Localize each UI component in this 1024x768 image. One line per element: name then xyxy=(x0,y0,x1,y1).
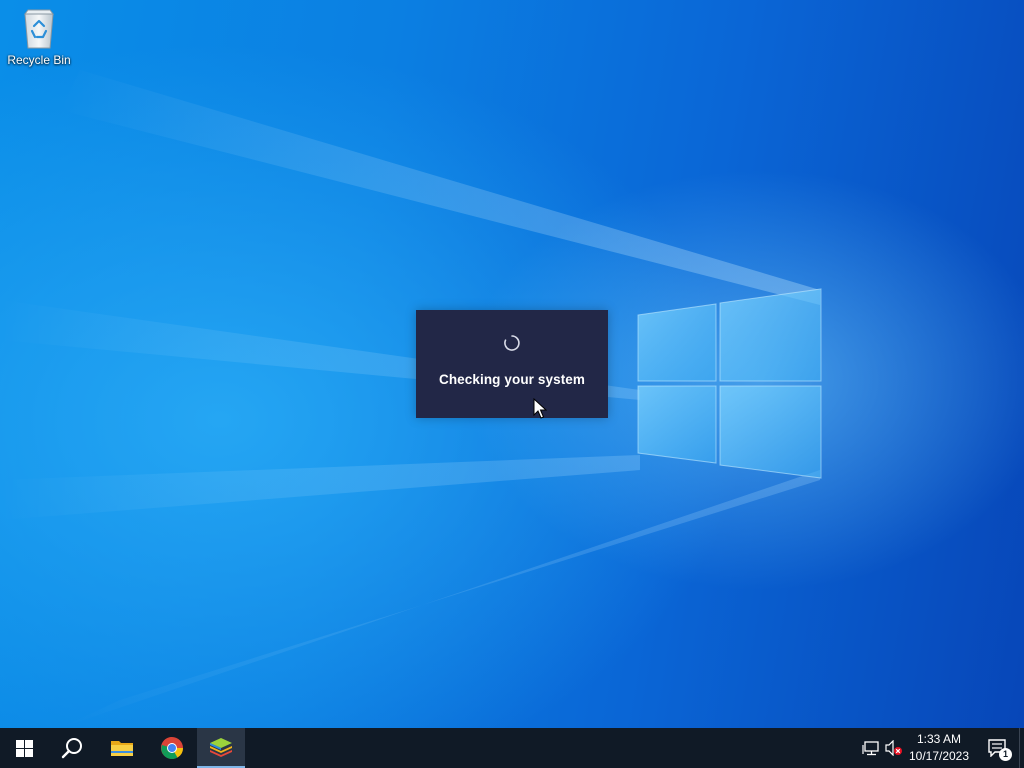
wallpaper-windows-logo xyxy=(637,288,822,479)
loading-spinner-icon xyxy=(504,335,520,351)
folder-icon xyxy=(111,741,133,756)
desktop[interactable]: Recycle Bin Checking your system xyxy=(0,0,1024,728)
checking-system-dialog: Checking your system xyxy=(416,310,608,418)
recycle-bin-icon xyxy=(24,9,54,49)
mouse-cursor-icon xyxy=(533,398,547,419)
search-icon xyxy=(61,738,82,759)
bluestacks-icon xyxy=(210,738,232,757)
checking-message: Checking your system xyxy=(438,372,586,387)
chrome-icon xyxy=(161,737,183,759)
taskbar-clock[interactable]: 1:33 AM 10/17/2023 xyxy=(902,731,976,765)
bluestacks-button[interactable] xyxy=(197,728,245,768)
windows-logo-icon xyxy=(15,739,33,757)
search-button[interactable] xyxy=(48,728,96,768)
volume-muted-icon[interactable] xyxy=(885,740,903,756)
taskbar: 1:33 AM 10/17/2023 1 xyxy=(0,728,1024,768)
clock-time: 1:33 AM xyxy=(916,732,962,746)
show-desktop-button[interactable] xyxy=(1019,728,1024,768)
desktop-icon-recycle-bin[interactable]: Recycle Bin xyxy=(4,6,74,76)
file-explorer-button[interactable] xyxy=(98,728,146,768)
action-center-button[interactable]: 1 xyxy=(978,728,1018,768)
clock-date: 10/17/2023 xyxy=(908,749,970,763)
chrome-button[interactable] xyxy=(148,728,196,768)
notification-count-badge: 1 xyxy=(999,748,1012,761)
recycle-bin-label: Recycle Bin xyxy=(7,53,71,67)
network-icon[interactable] xyxy=(862,740,880,756)
start-button[interactable] xyxy=(0,728,48,768)
